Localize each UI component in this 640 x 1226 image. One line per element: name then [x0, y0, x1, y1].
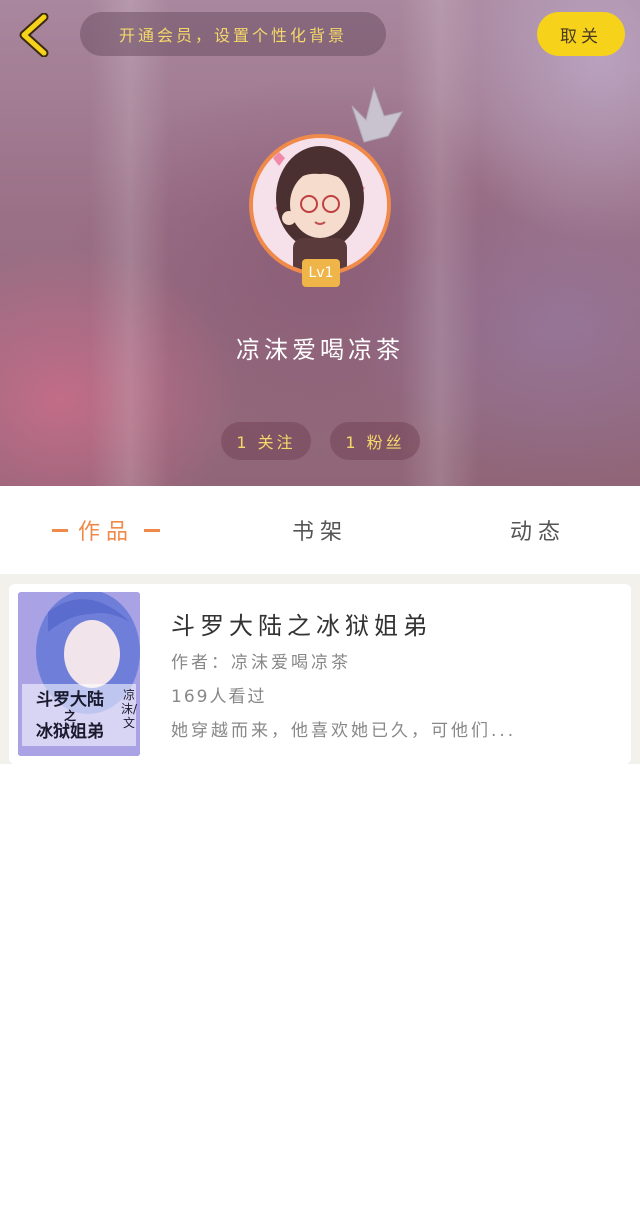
following-count[interactable]: 1 关注 — [221, 422, 311, 460]
cover-title: 斗罗大陆 之 冰狱姐弟 — [22, 690, 118, 742]
tab-active-dash — [51, 528, 68, 532]
cover-author: 凉沫/文 — [121, 688, 138, 730]
background-blur-stripe — [400, 0, 480, 486]
tab-active-dash — [144, 528, 160, 532]
background-blur-stripe — [90, 0, 170, 486]
fans-count[interactable]: 1 粉丝 — [330, 422, 420, 460]
cover-title-line1: 斗罗大陆 — [36, 690, 104, 710]
book-list-item[interactable]: 斗罗大陆 之 冰狱姐弟 凉沫/文 斗罗大陆之冰狱姐弟 作者：凉沫爱喝凉茶 169… — [9, 584, 631, 764]
profile-header: 开通会员，设置个性化背景 取关 Lv1 凉沫爱喝凉茶 1 关注 1 粉丝 — [0, 0, 640, 486]
book-view-count: 169人看过 — [171, 687, 267, 707]
cover-title-line3: 冰狱姐弟 — [36, 722, 104, 742]
avatar-illustration — [253, 138, 387, 272]
book-title[interactable]: 斗罗大陆之冰狱姐弟 — [171, 606, 432, 641]
username: 凉沫爱喝凉茶 — [236, 336, 404, 364]
unfollow-button[interactable]: 取关 — [537, 12, 625, 56]
level-badge: Lv1 — [302, 259, 340, 287]
back-button[interactable] — [14, 12, 54, 58]
tab-bookshelf[interactable]: 书架 — [250, 486, 390, 574]
vip-background-banner[interactable]: 开通会员，设置个性化背景 — [80, 12, 386, 56]
tab-works-label: 作品 — [77, 520, 134, 545]
book-summary: 她穿越而来，他喜欢她已久，可他们... — [171, 721, 517, 741]
tab-works[interactable]: 作品 — [36, 486, 176, 574]
tab-dynamic[interactable]: 动态 — [468, 486, 608, 574]
avatar[interactable] — [249, 134, 391, 276]
cover-title-line2: 之 — [63, 709, 76, 723]
profile-tabs: 作品 书架 动态 — [0, 486, 640, 574]
book-cover[interactable]: 斗罗大陆 之 冰狱姐弟 凉沫/文 — [18, 592, 140, 756]
crown-icon — [351, 86, 404, 143]
book-author: 作者：凉沫爱喝凉茶 — [171, 653, 351, 673]
chevron-left-icon — [19, 13, 49, 57]
